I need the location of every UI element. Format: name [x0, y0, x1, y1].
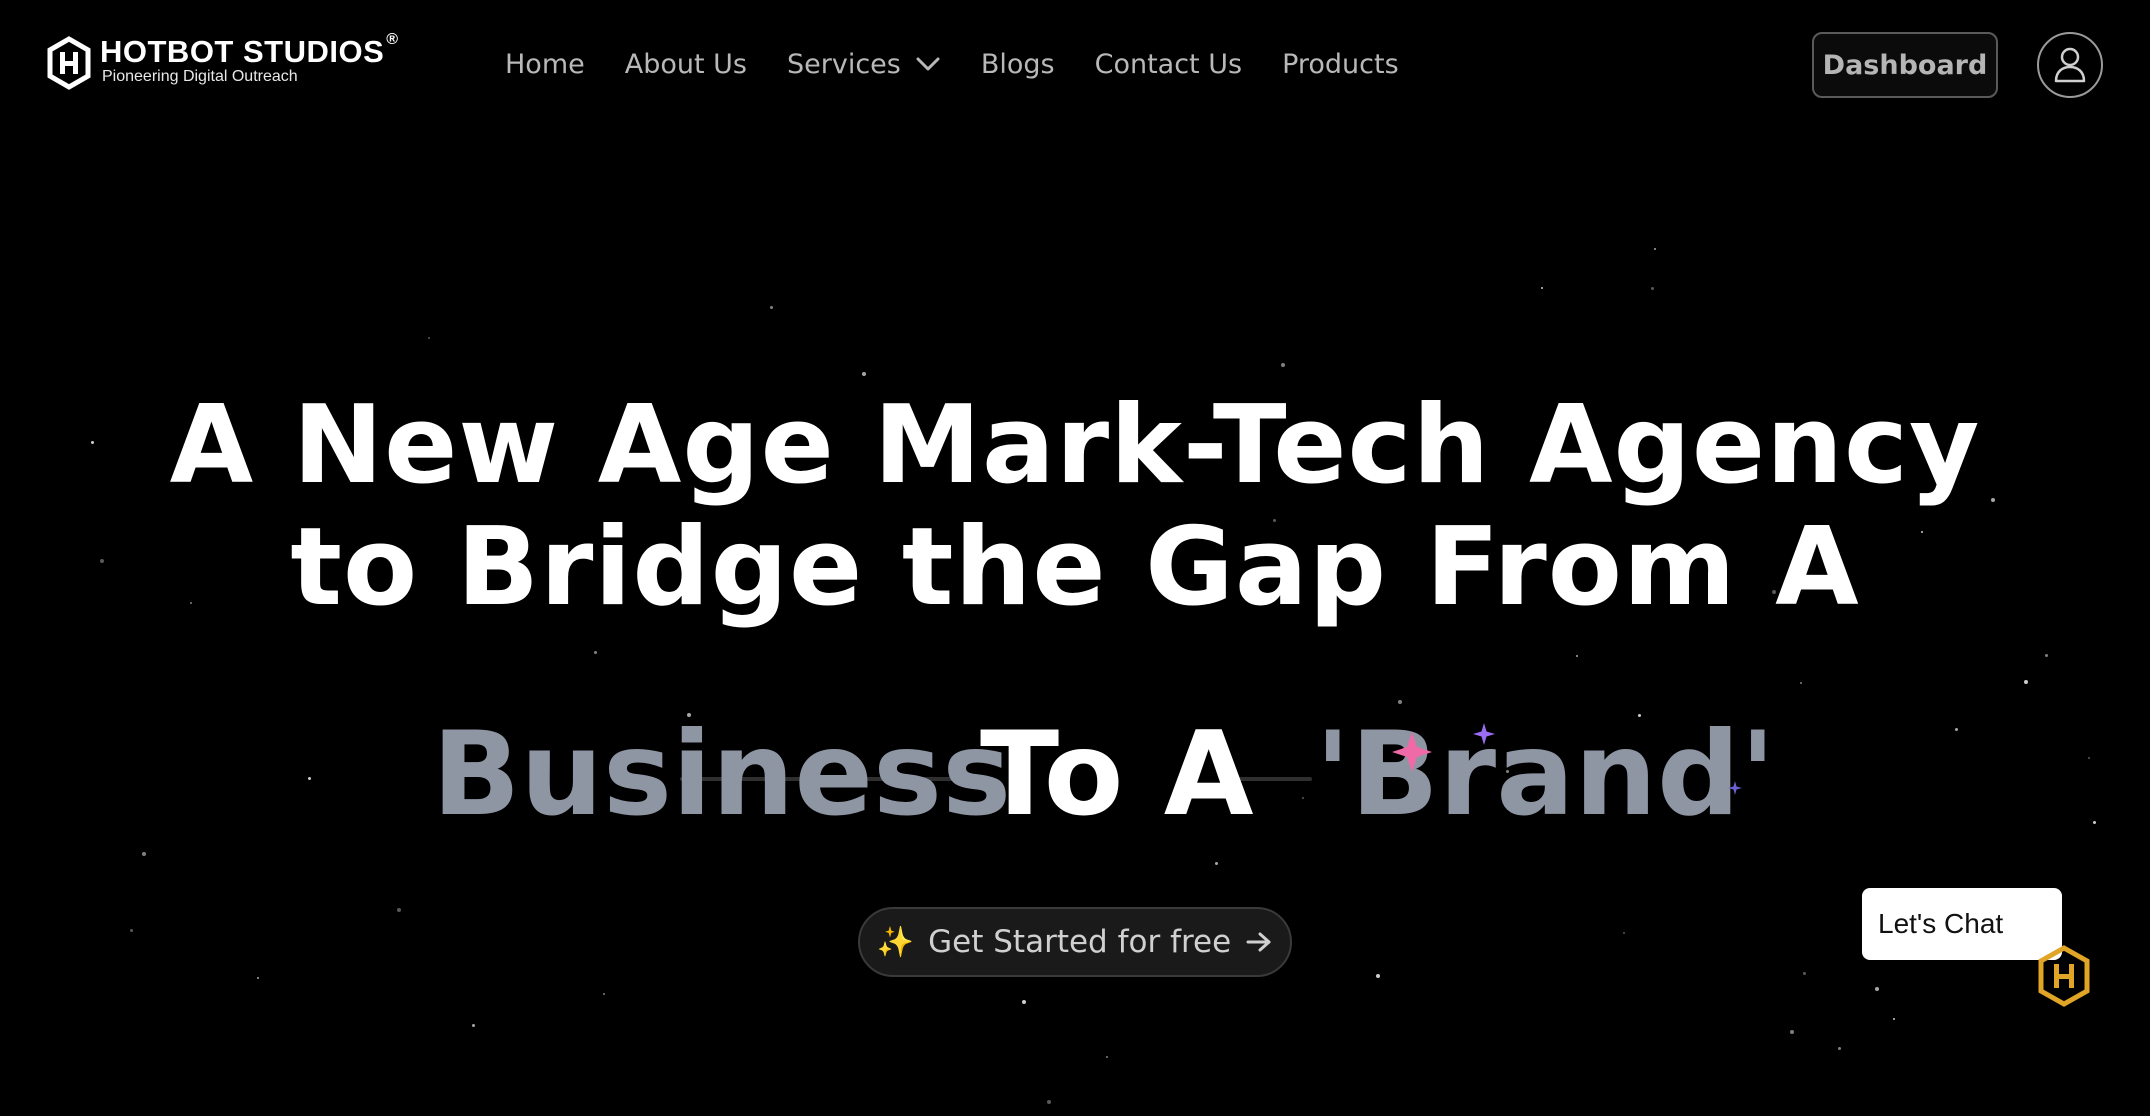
hero-title: A New Age Mark-Tech Agency to Bridge the… [0, 385, 2150, 629]
star-dot [770, 306, 773, 309]
star-dot [594, 651, 597, 654]
star-dot [2024, 680, 2028, 684]
business-to-brand-flow: Business To A 'Brand' [0, 710, 2150, 840]
purple-sparkle-icon [1473, 723, 1495, 745]
star-dot [397, 908, 401, 912]
star-dot [1651, 287, 1654, 290]
chat-launcher-logo-icon[interactable] [2036, 944, 2092, 1008]
brand-name: HOTBOT STUDIOS [100, 34, 385, 69]
sparkles-icon: ✨ [876, 924, 915, 960]
star-dot [2045, 654, 2048, 657]
star-dot [1790, 1030, 1794, 1034]
landing-page: HOTBOT STUDIOS ® Pioneering Digital Outre… [0, 0, 2150, 1116]
lets-chat-bubble[interactable]: Let's Chat [1862, 888, 2062, 960]
get-started-button[interactable]: ✨ Get Started for free [858, 907, 1292, 977]
star-dot [472, 1024, 475, 1027]
small-sparkle-icon [1728, 781, 1742, 795]
brand-logo[interactable]: HOTBOT STUDIOS ® Pioneering Digital Outre… [46, 31, 399, 90]
star-dot [1576, 655, 1578, 657]
main-nav: Home About Us Services Blogs Contact Us … [505, 44, 1439, 84]
nav-services[interactable]: Services [787, 49, 941, 80]
nav-home[interactable]: Home [505, 49, 585, 80]
arrow-right-icon [1246, 932, 1271, 952]
nav-services-label: Services [786, 48, 901, 80]
star-dot [1803, 972, 1806, 975]
star-dot [1215, 862, 1218, 865]
star-dot [862, 372, 866, 376]
star-dot [1893, 1018, 1895, 1020]
nav-blogs[interactable]: Blogs [981, 49, 1055, 80]
star-dot [1281, 363, 1285, 367]
hero-title-line-2: to Bridge the Gap From A [290, 505, 1860, 630]
dashboard-button[interactable]: Dashboard [1812, 32, 1998, 98]
flow-word-to-a: To A [980, 707, 1254, 842]
user-icon [2054, 47, 2086, 83]
star-dot [1541, 287, 1543, 289]
star-dot [1654, 248, 1656, 250]
chevron-down-icon [916, 57, 940, 71]
star-dot [428, 337, 430, 339]
user-account-button[interactable] [2037, 32, 2103, 98]
star-dot [257, 977, 259, 979]
star-dot [1022, 1000, 1026, 1004]
star-dot [1047, 1100, 1051, 1104]
flow-word-brand: 'Brand' [1315, 707, 1776, 842]
hexagon-logo-icon [47, 36, 91, 90]
star-dot [1106, 1056, 1108, 1058]
brand-tagline: Pioneering Digital Outreach [102, 68, 298, 85]
star-dot [1398, 700, 1402, 704]
star-dot [1875, 987, 1879, 991]
star-dot [603, 993, 605, 995]
registered-mark: ® [386, 31, 399, 48]
star-dot [1376, 974, 1380, 978]
lets-chat-label: Let's Chat [1878, 908, 2004, 939]
star-dot [130, 929, 133, 932]
star-dot [142, 852, 146, 856]
get-started-label: Get Started for free [928, 924, 1232, 960]
pink-sparkle-icon [1392, 732, 1432, 772]
star-dot [1838, 1047, 1841, 1050]
star-dot [1623, 932, 1625, 934]
nav-products[interactable]: Products [1282, 49, 1399, 80]
hero-title-line-1: A New Age Mark-Tech Agency [169, 383, 1981, 508]
nav-about-us[interactable]: About Us [625, 49, 747, 80]
flow-word-business: Business [432, 707, 1012, 842]
star-dot [1800, 682, 1802, 684]
site-header: HOTBOT STUDIOS ® Pioneering Digital Outre… [0, 0, 2150, 130]
nav-contact-us[interactable]: Contact Us [1095, 49, 1242, 80]
